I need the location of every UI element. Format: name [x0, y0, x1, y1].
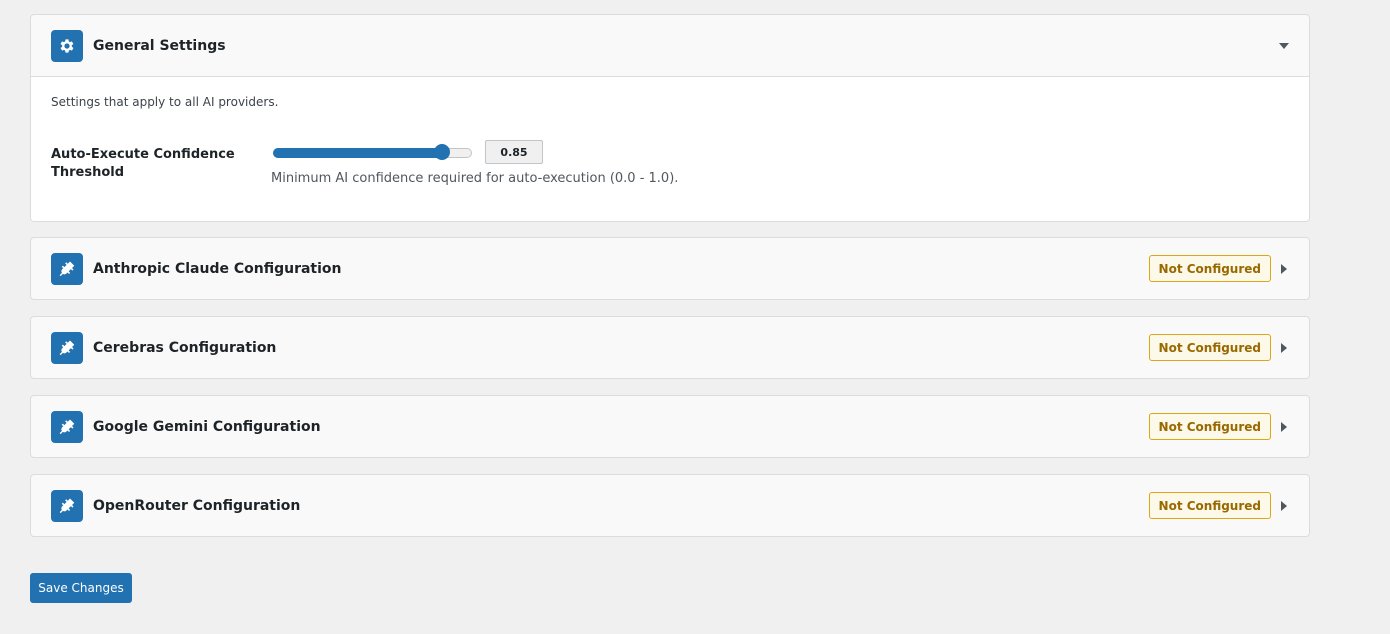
slider-thumb[interactable]	[434, 144, 450, 160]
plug-icon	[51, 252, 83, 285]
general-settings-title: General Settings	[93, 37, 226, 54]
caret-right-icon[interactable]	[1279, 263, 1289, 274]
gear-icon	[51, 29, 83, 62]
provider-header[interactable]: OpenRouter Configuration Not Configured	[31, 475, 1309, 536]
provider-header[interactable]: Cerebras Configuration Not Configured	[31, 317, 1309, 378]
threshold-label: Auto-Execute Confidence Threshold	[51, 147, 235, 180]
threshold-hint: Minimum AI confidence required for auto-…	[271, 171, 679, 186]
threshold-slider[interactable]	[273, 144, 472, 160]
provider-panel-cerebras: Cerebras Configuration Not Configured	[30, 316, 1310, 379]
provider-panel-openrouter: OpenRouter Configuration Not Configured	[30, 474, 1310, 537]
provider-title: Cerebras Configuration	[93, 339, 277, 356]
caret-down-icon[interactable]	[1279, 41, 1289, 51]
general-settings-description: Settings that apply to all AI providers.	[51, 95, 279, 109]
plug-icon	[51, 410, 83, 443]
status-badge: Not Configured	[1148, 492, 1271, 519]
provider-title: OpenRouter Configuration	[93, 497, 301, 514]
caret-right-icon[interactable]	[1279, 500, 1289, 511]
provider-header[interactable]: Google Gemini Configuration Not Configur…	[31, 396, 1309, 457]
provider-header[interactable]: Anthropic Claude Configuration Not Confi…	[31, 238, 1309, 299]
caret-right-icon[interactable]	[1279, 421, 1289, 432]
provider-panel-anthropic: Anthropic Claude Configuration Not Confi…	[30, 237, 1310, 300]
provider-title: Google Gemini Configuration	[93, 418, 321, 435]
status-badge: Not Configured	[1148, 255, 1271, 282]
general-settings-header[interactable]: General Settings	[31, 15, 1309, 76]
threshold-value-input[interactable]: 0.85	[485, 140, 543, 164]
caret-right-icon[interactable]	[1279, 342, 1289, 353]
provider-panel-gemini: Google Gemini Configuration Not Configur…	[30, 395, 1310, 458]
status-badge: Not Configured	[1148, 413, 1271, 440]
general-settings-body: Settings that apply to all AI providers.…	[31, 76, 1309, 221]
general-settings-panel: General Settings Settings that apply to …	[30, 14, 1310, 222]
provider-title: Anthropic Claude Configuration	[93, 260, 342, 277]
status-badge: Not Configured	[1148, 334, 1271, 361]
plug-icon	[51, 489, 83, 522]
plug-icon	[51, 331, 83, 364]
save-changes-button[interactable]: Save Changes	[30, 573, 132, 603]
slider-fill	[273, 148, 443, 158]
